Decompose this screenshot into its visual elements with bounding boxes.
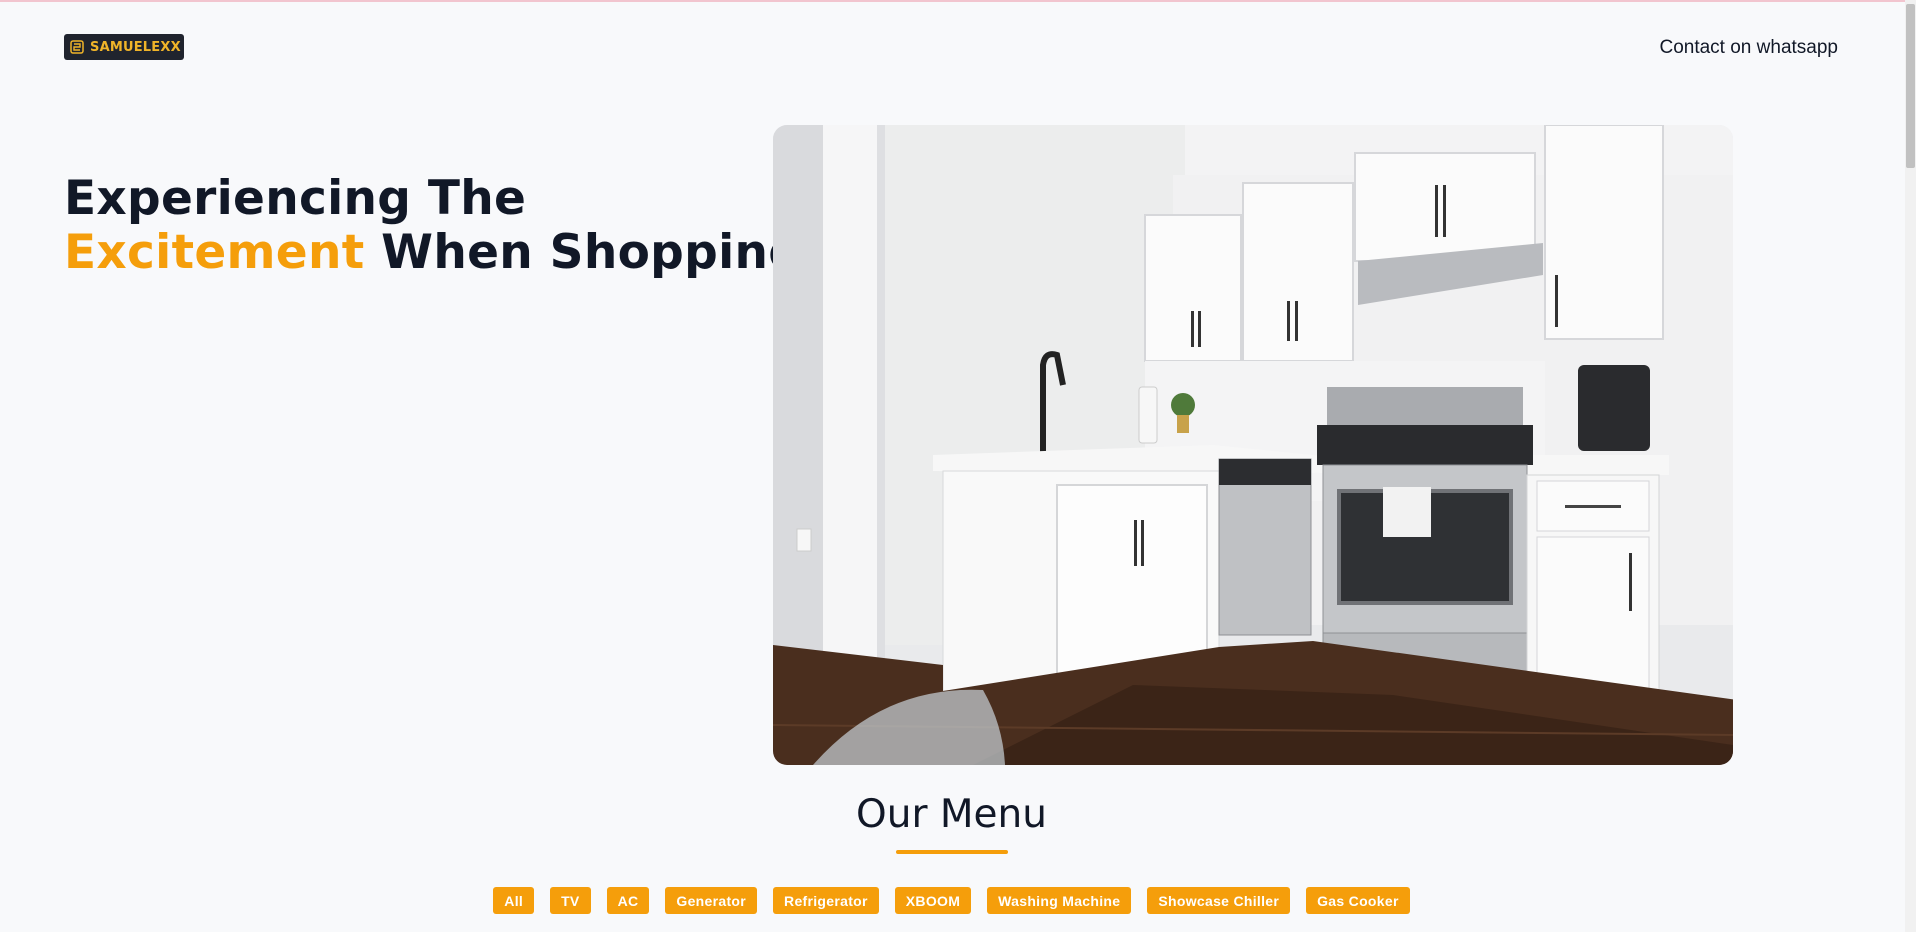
- filter-button-washing-machine[interactable]: Washing Machine: [987, 887, 1132, 914]
- contact-whatsapp-link[interactable]: Contact on whatsapp: [1659, 37, 1838, 59]
- filter-button-generator[interactable]: Generator: [665, 887, 758, 914]
- page-scrollbar[interactable]: [1905, 0, 1916, 932]
- hero-title-accent: Excitement: [64, 225, 365, 280]
- kitchen-illustration: [773, 125, 1733, 765]
- filter-button-all[interactable]: All: [493, 887, 535, 914]
- scrollbar-thumb[interactable]: [1906, 4, 1915, 168]
- hero-title-line1: Experiencing The: [64, 171, 527, 226]
- hero-kitchen-image: [773, 125, 1733, 765]
- brand-logo[interactable]: SAMUELEXX: [64, 34, 184, 60]
- filter-button-tv[interactable]: TV: [550, 887, 591, 914]
- filter-button-refrigerator[interactable]: Refrigerator: [773, 887, 879, 914]
- filter-button-gas-cooker[interactable]: Gas Cooker: [1306, 887, 1410, 914]
- filter-button-xboom[interactable]: XBOOM: [894, 887, 972, 914]
- logo-text: SAMUELEXX: [90, 39, 181, 55]
- top-border-line: [0, 0, 1916, 2]
- menu-title-underline: [896, 850, 1008, 854]
- menu-filter-bar: All TV AC Generator Refrigerator XBOOM W…: [0, 887, 1903, 914]
- filter-button-showcase-chiller[interactable]: Showcase Chiller: [1147, 887, 1291, 914]
- hero-title: Experiencing The Excitement When Shoppin…: [64, 172, 802, 280]
- hero-title-rest: When Shopping: [364, 225, 803, 280]
- filter-button-ac[interactable]: AC: [606, 887, 650, 914]
- grid-logo-icon: [70, 40, 84, 54]
- menu-section-title: Our Menu: [856, 792, 1047, 837]
